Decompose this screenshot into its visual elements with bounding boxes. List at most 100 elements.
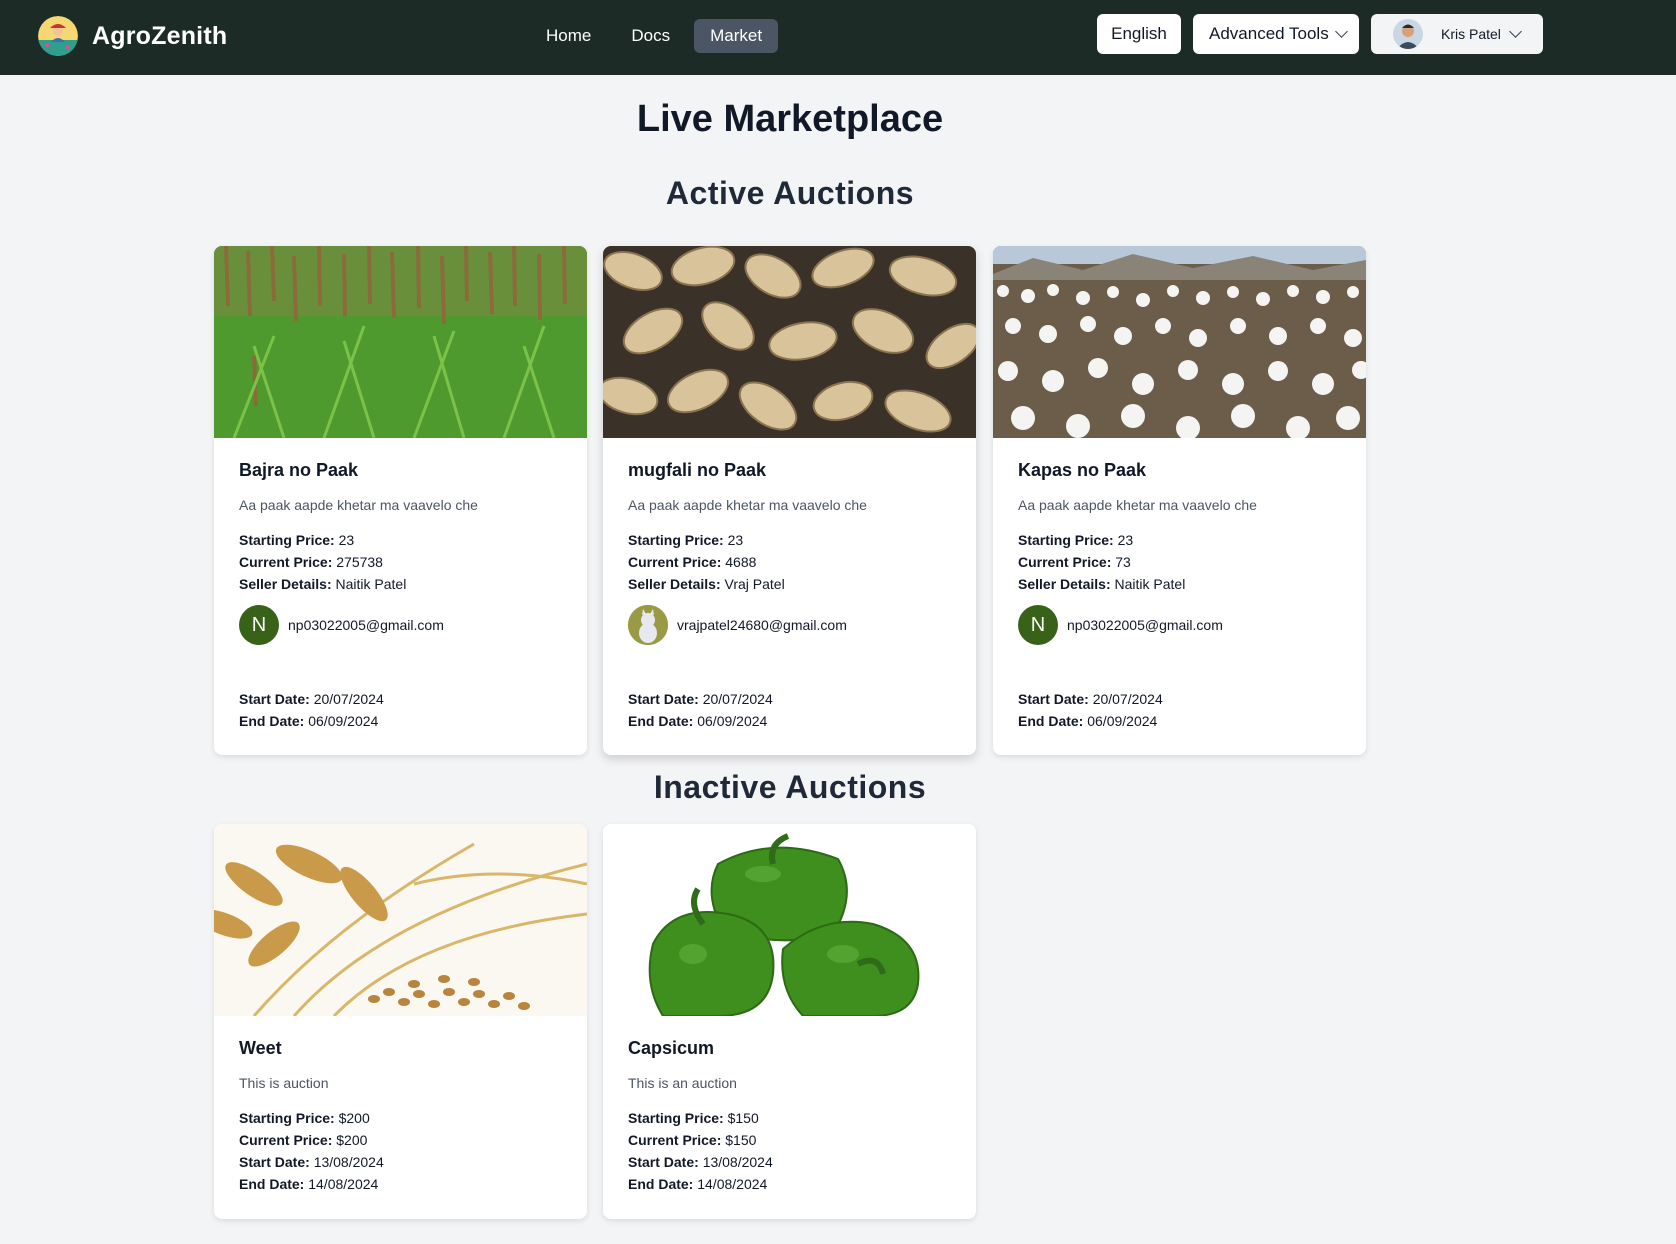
user-avatar	[1393, 19, 1423, 49]
seller-name: Naitik Patel	[1114, 576, 1186, 592]
active-auctions-heading: Active Auctions	[665, 175, 915, 211]
seller-avatar: N	[239, 605, 279, 645]
advanced-tools-dropdown[interactable]: Advanced Tools	[1193, 14, 1359, 54]
inactive-auctions-heading: Inactive Auctions	[653, 769, 927, 805]
page-title: Live Marketplace	[636, 98, 944, 140]
end-date-value: 06/09/2024	[308, 713, 379, 729]
bajra-field-image	[214, 246, 587, 438]
top-navbar: AgroZenith Home Docs Market English Adva…	[0, 0, 1676, 75]
current-price-row: Current Price: $150	[628, 1129, 952, 1151]
start-date-row: Start Date: 20/07/2024	[628, 688, 952, 710]
starting-price-row: Starting Price: 23	[1018, 529, 1342, 551]
auction-card[interactable]: Bajra no Paak Aa paak aapde khetar ma va…	[214, 246, 587, 755]
starting-price-label: Starting Price:	[628, 532, 724, 548]
starting-price-value: 23	[1117, 532, 1134, 548]
current-price-label: Current Price:	[239, 554, 333, 570]
end-date-label: End Date:	[628, 1176, 694, 1192]
start-date-row: Start Date: 13/08/2024	[239, 1151, 563, 1173]
start-date-value: 20/07/2024	[702, 691, 773, 707]
start-date-row: Start Date: 20/07/2024	[239, 688, 563, 710]
seller-name: Vraj Patel	[724, 576, 785, 592]
current-price-label: Current Price:	[1018, 554, 1112, 570]
auction-card[interactable]: Kapas no Paak Aa paak aapde khetar ma va…	[993, 246, 1366, 755]
auction-title: Capsicum	[628, 1038, 715, 1058]
seller-details-row: Seller Details: Naitik Patel	[1018, 573, 1342, 595]
auction-title: mugfali no Paak	[628, 460, 767, 480]
capsicum-image	[603, 824, 976, 1016]
auction-description: Aa paak aapde khetar ma vaavelo che	[628, 497, 867, 513]
nav-home[interactable]: Home	[530, 19, 607, 53]
auction-description: This is an auction	[628, 1075, 737, 1091]
seller-email: vrajpatel24680@gmail.com	[677, 617, 847, 633]
current-price-value: 275738	[336, 554, 383, 570]
current-price-row: Current Price: 4688	[628, 551, 952, 573]
user-menu-button[interactable]: Kris Patel	[1371, 14, 1543, 54]
starting-price-label: Starting Price:	[239, 532, 335, 548]
starting-price-value: $200	[338, 1110, 370, 1126]
end-date-label: End Date:	[239, 713, 305, 729]
end-date-label: End Date:	[628, 713, 694, 729]
end-date-value: 06/09/2024	[697, 713, 768, 729]
auction-card[interactable]: Weet This is auction Starting Price: $20…	[214, 824, 587, 1219]
auction-title: Weet	[239, 1038, 282, 1058]
starting-price-value: 23	[727, 532, 744, 548]
seller-details-label: Seller Details:	[1018, 576, 1111, 592]
nav-market[interactable]: Market	[694, 19, 779, 53]
current-price-value: 73	[1115, 554, 1131, 570]
end-date-value: 06/09/2024	[1087, 713, 1158, 729]
seller-info: vrajpatel24680@gmail.com	[628, 605, 952, 645]
current-price-row: Current Price: 73	[1018, 551, 1342, 573]
auction-description: This is auction	[239, 1075, 329, 1091]
starting-price-label: Starting Price:	[1018, 532, 1114, 548]
seller-info: N np03022005@gmail.com	[239, 605, 563, 645]
auction-dates: Start Date: 20/07/2024 End Date: 06/09/2…	[239, 688, 563, 732]
seller-avatar	[628, 605, 668, 645]
end-date-value: 14/08/2024	[697, 1176, 768, 1192]
nav-links: Home Docs Market	[530, 19, 786, 53]
start-date-value: 20/07/2024	[1092, 691, 1163, 707]
start-date-label: Start Date:	[628, 691, 699, 707]
chevron-down-icon	[1509, 25, 1522, 38]
nav-docs[interactable]: Docs	[615, 19, 686, 53]
current-price-label: Current Price:	[628, 1132, 722, 1148]
wheat-image	[214, 824, 587, 1016]
auction-dates: Start Date: 20/07/2024 End Date: 06/09/2…	[1018, 688, 1342, 732]
current-price-label: Current Price:	[239, 1132, 333, 1148]
starting-price-label: Starting Price:	[628, 1110, 724, 1126]
seller-details-row: Seller Details: Vraj Patel	[628, 573, 952, 595]
start-date-label: Start Date:	[628, 1154, 699, 1170]
current-price-value: $150	[725, 1132, 757, 1148]
seller-name: Naitik Patel	[335, 576, 407, 592]
language-button[interactable]: English	[1097, 14, 1181, 54]
user-name: Kris Patel	[1441, 26, 1501, 42]
end-date-row: End Date: 06/09/2024	[1018, 710, 1342, 732]
auction-card[interactable]: Capsicum This is an auction Starting Pri…	[603, 824, 976, 1219]
seller-avatar: N	[1018, 605, 1058, 645]
end-date-row: End Date: 14/08/2024	[628, 1173, 952, 1195]
end-date-row: End Date: 06/09/2024	[628, 710, 952, 732]
start-date-row: Start Date: 13/08/2024	[628, 1151, 952, 1173]
chevron-down-icon	[1334, 25, 1348, 38]
auction-description: Aa paak aapde khetar ma vaavelo che	[239, 497, 478, 513]
starting-price-row: Starting Price: $200	[239, 1107, 563, 1129]
peanuts-image	[603, 246, 976, 438]
auction-title: Bajra no Paak	[239, 460, 359, 480]
start-date-value: 13/08/2024	[702, 1154, 773, 1170]
end-date-label: End Date:	[239, 1176, 305, 1192]
starting-price-value: 23	[338, 532, 355, 548]
auction-card[interactable]: mugfali no Paak Aa paak aapde khetar ma …	[603, 246, 976, 755]
advanced-tools-label: Advanced Tools	[1209, 24, 1329, 43]
seller-email: np03022005@gmail.com	[1067, 617, 1223, 633]
farmer-logo-icon	[38, 16, 78, 56]
end-date-value: 14/08/2024	[308, 1176, 379, 1192]
auction-dates: Start Date: 20/07/2024 End Date: 06/09/2…	[628, 688, 952, 732]
seller-details-label: Seller Details:	[239, 576, 332, 592]
brand[interactable]: AgroZenith	[38, 15, 227, 57]
current-price-value: $200	[336, 1132, 368, 1148]
seller-details-label: Seller Details:	[628, 576, 721, 592]
brand-name: AgroZenith	[92, 21, 228, 50]
language-label: English	[1111, 24, 1167, 43]
auction-description: Aa paak aapde khetar ma vaavelo che	[1018, 497, 1257, 513]
starting-price-row: Starting Price: $150	[628, 1107, 952, 1129]
start-date-value: 13/08/2024	[313, 1154, 384, 1170]
